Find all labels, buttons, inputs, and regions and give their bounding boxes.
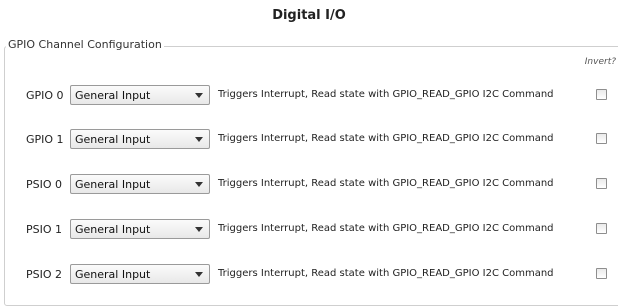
- page-title: Digital I/O: [272, 8, 346, 23]
- channel-description: Triggers Interrupt, Read state with GPIO…: [218, 133, 554, 144]
- invert-checkbox[interactable]: [596, 268, 607, 279]
- mode-dropdown-value: General Input: [75, 133, 151, 146]
- invert-checkbox[interactable]: [596, 178, 607, 189]
- channel-description: Triggers Interrupt, Read state with GPIO…: [218, 268, 554, 279]
- invert-checkbox[interactable]: [596, 89, 607, 100]
- chevron-down-icon: [195, 272, 203, 277]
- mode-dropdown-value: General Input: [75, 268, 151, 281]
- chevron-down-icon: [195, 137, 203, 142]
- mode-dropdown[interactable]: General Input: [70, 174, 210, 194]
- channel-description: Triggers Interrupt, Read state with GPIO…: [218, 178, 554, 189]
- channel-row-gpio-1: GPIO 1 General Input Triggers Interrupt,…: [0, 129, 618, 151]
- chevron-down-icon: [195, 227, 203, 232]
- chevron-down-icon: [195, 182, 203, 187]
- mode-dropdown-value: General Input: [75, 223, 151, 236]
- invert-checkbox[interactable]: [596, 223, 607, 234]
- mode-dropdown[interactable]: General Input: [70, 219, 210, 239]
- channel-label: PSIO 1: [26, 223, 63, 236]
- channel-row-psio-1: PSIO 1 General Input Triggers Interrupt,…: [0, 219, 618, 241]
- mode-dropdown[interactable]: General Input: [70, 85, 210, 105]
- mode-dropdown[interactable]: General Input: [70, 129, 210, 149]
- invert-checkbox[interactable]: [596, 133, 607, 144]
- channel-row-psio-0: PSIO 0 General Input Triggers Interrupt,…: [0, 174, 618, 196]
- channel-label: GPIO 1: [26, 133, 64, 146]
- channel-description: Triggers Interrupt, Read state with GPIO…: [218, 89, 554, 100]
- channel-description: Triggers Interrupt, Read state with GPIO…: [218, 223, 554, 234]
- channel-label: GPIO 0: [26, 89, 64, 102]
- channel-label: PSIO 2: [26, 268, 63, 281]
- channel-row-psio-2: PSIO 2 General Input Triggers Interrupt,…: [0, 264, 618, 286]
- mode-dropdown-value: General Input: [75, 89, 151, 102]
- channel-label: PSIO 0: [26, 178, 63, 191]
- invert-column-header: Invert?: [584, 57, 616, 67]
- groupbox-title: GPIO Channel Configuration: [6, 38, 164, 51]
- chevron-down-icon: [195, 93, 203, 98]
- mode-dropdown-value: General Input: [75, 178, 151, 191]
- channel-row-gpio-0: GPIO 0 General Input Triggers Interrupt,…: [0, 85, 618, 107]
- mode-dropdown[interactable]: General Input: [70, 264, 210, 284]
